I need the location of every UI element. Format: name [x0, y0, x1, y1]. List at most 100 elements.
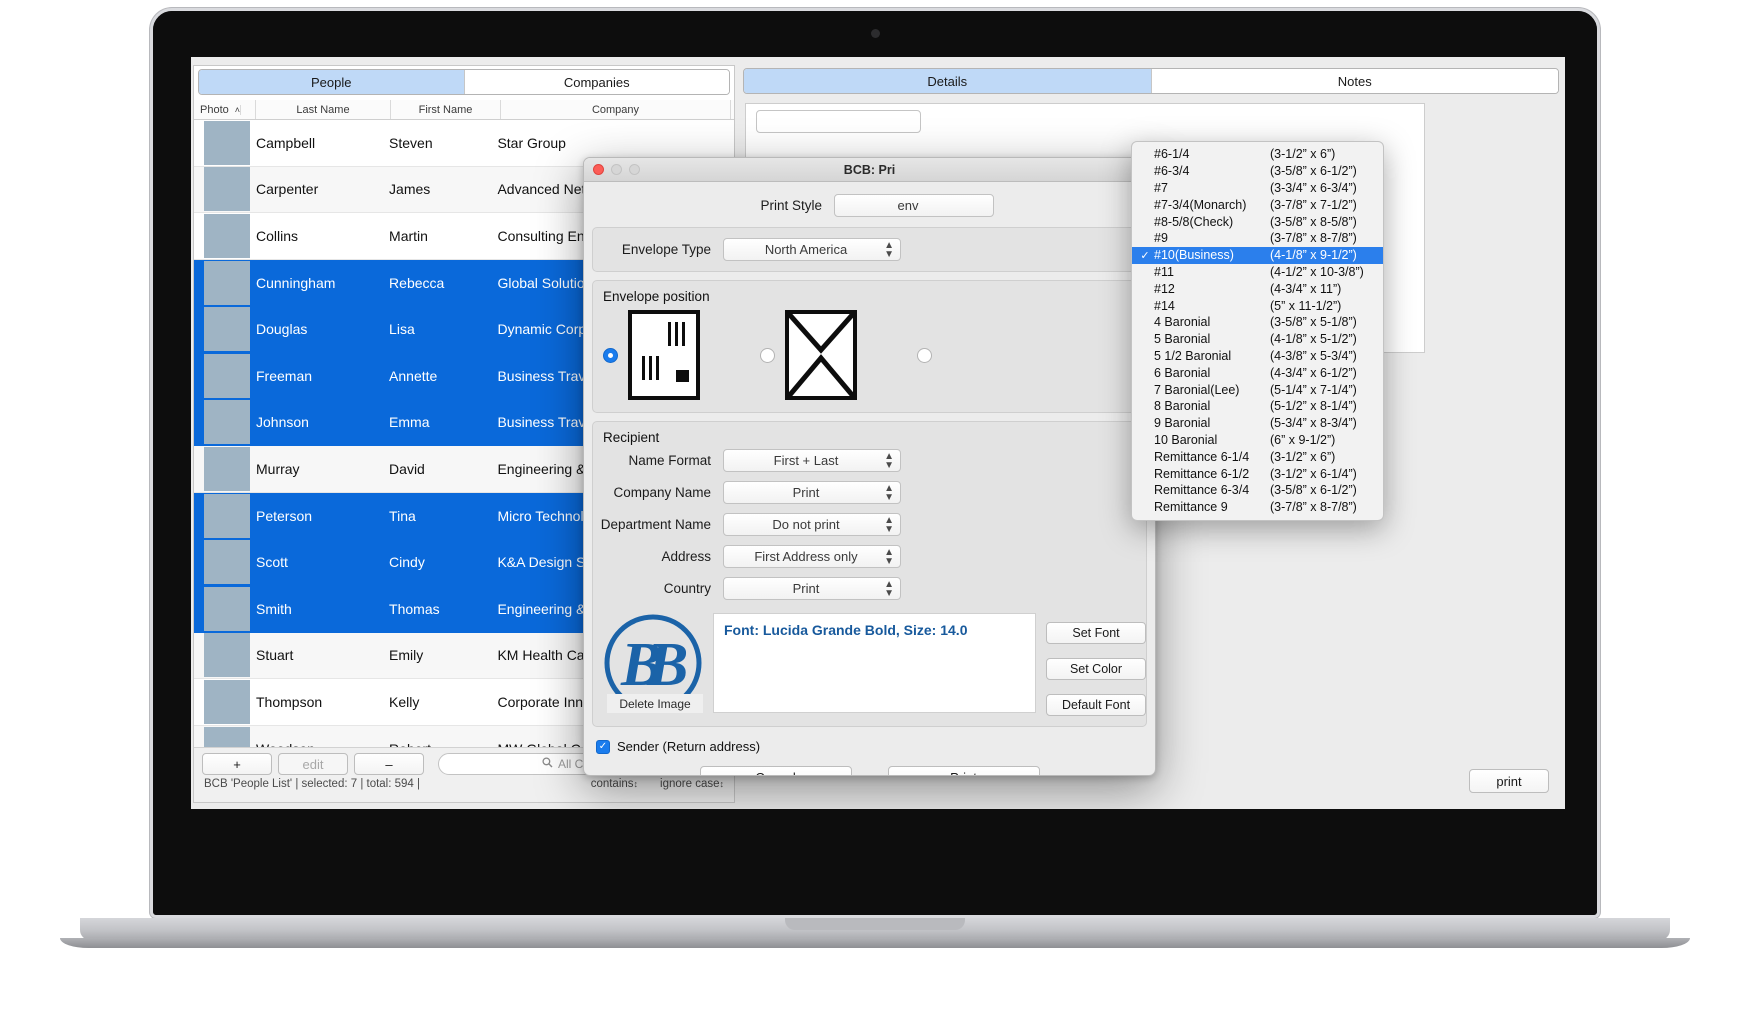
print-button-main[interactable]: print [1469, 769, 1549, 793]
menu-item-name: Remittance 9 [1154, 500, 1228, 515]
set-color-button[interactable]: Set Color [1046, 658, 1146, 680]
tab-people-label: People [311, 74, 352, 90]
menu-item-size: (3-7/8” x 8-7/8”) [1270, 231, 1357, 246]
sender-checkbox-row[interactable]: ✓ Sender (Return address) [584, 727, 1155, 754]
dialog-print-button[interactable]: Print [887, 766, 1040, 775]
menu-item[interactable]: 8 Baronial (5-1/2” x 8-1/4”) [1132, 398, 1383, 415]
case-mode-label: ignore case [660, 778, 720, 790]
menu-item-size: (5-1/4” x 7-1/4”) [1270, 382, 1357, 397]
recipient-field-popup[interactable]: First Address only ▲ ▼ [723, 545, 901, 568]
envelope-position-radio-1[interactable] [603, 347, 618, 363]
menu-item[interactable]: #11 (4-1/2” x 10-3/8”) [1132, 264, 1383, 281]
menu-item[interactable]: Remittance 6-3/4 (3-5/8” x 6-1/2”) [1132, 482, 1383, 499]
column-header-company[interactable]: Company [501, 100, 731, 119]
recipient-field-popup[interactable]: Print ▲ ▼ [723, 481, 901, 504]
cell-last-name: Carpenter [256, 181, 319, 198]
avatar [204, 400, 250, 445]
recipient-group: Recipient Name Format First + Last ▲ ▼ Compa… [592, 421, 1147, 727]
envelope-type-popup[interactable]: North America ▲ ▼ [723, 238, 901, 261]
edit-record-button[interactable]: edit [278, 753, 348, 775]
menu-item-size: (3-5/8” x 6-1/2”) [1270, 164, 1357, 179]
envelope-lines-stamp-icon[interactable] [628, 310, 700, 400]
laptop-base-notch [785, 918, 965, 930]
cancel-button[interactable]: Cancel [699, 766, 852, 775]
status-bar: BCB 'People List' | selected: 7 | total:… [194, 775, 734, 790]
recipient-field-popup[interactable]: Print ▲ ▼ [723, 577, 901, 600]
delete-image-button[interactable]: Delete Image [607, 694, 703, 713]
stepper-icon: ↕ [719, 779, 725, 789]
tab-companies[interactable]: Companies [464, 70, 729, 94]
cell-first-name: David [389, 460, 425, 477]
menu-item[interactable]: 5 1/2 Baronial (4-3/8” x 5-3/4”) [1132, 348, 1383, 365]
tab-details[interactable]: Details [744, 69, 1152, 93]
sender-checkbox[interactable]: ✓ [596, 739, 610, 754]
menu-item-name: #9 [1154, 231, 1168, 246]
cell-first-name: Emma [389, 414, 430, 431]
tab-people[interactable]: People [199, 70, 465, 94]
column-header-photo[interactable]: Photo ˄ [194, 100, 256, 119]
menu-item[interactable]: Remittance 6-1/4 (3-1/2” x 6”) [1132, 448, 1383, 465]
envelope-type-group: Envelope Type North America ▲ ▼ [592, 227, 1147, 272]
menu-item-size: (3-7/8” x 7-1/2”) [1270, 197, 1357, 212]
menu-item[interactable]: Remittance 9 (3-7/8” x 8-7/8”) [1132, 499, 1383, 516]
print-style-label: Print Style [760, 198, 822, 213]
chevron-updown-icon: ▲ ▼ [884, 546, 894, 567]
envelope-flap-icon[interactable] [785, 310, 857, 400]
menu-item[interactable]: #7-3/4(Monarch) (3-7/8” x 7-1/2”) [1132, 196, 1383, 213]
case-mode-stepper[interactable]: ignore case↕ [660, 778, 724, 790]
details-name-field[interactable] [756, 110, 921, 133]
recipient-field-popup[interactable]: Do not print ▲ ▼ [723, 513, 901, 536]
logo-image[interactable]: B B Delete Image [603, 613, 703, 713]
default-font-button[interactable]: Default Font [1046, 694, 1146, 716]
match-mode-stepper[interactable]: contains↕ [591, 778, 638, 790]
laptop-mockup: People Companies Photo ˄ Last Name First… [0, 0, 1750, 1024]
menu-item-name: Remittance 6-3/4 [1154, 483, 1250, 498]
set-font-button[interactable]: Set Font [1046, 622, 1146, 644]
sender-checkbox-label: Sender (Return address) [617, 739, 761, 754]
menu-item-size: (4-3/8” x 5-3/4”) [1270, 348, 1357, 363]
tab-notes[interactable]: Notes [1151, 69, 1558, 93]
menu-item[interactable]: 5 Baronial (4-1/8” x 5-1/2”) [1132, 331, 1383, 348]
menu-item-size: (5-1/2” x 8-1/4”) [1270, 399, 1357, 414]
menu-item-name: 8 Baronial [1154, 399, 1211, 414]
menu-item[interactable]: 10 Baronial (6” x 9-1/2”) [1132, 432, 1383, 449]
column-header-last-name[interactable]: Last Name [256, 100, 391, 119]
add-record-button[interactable]: + [202, 753, 272, 775]
menu-item[interactable]: Remittance 6-1/2 (3-1/2” x 6-1/4”) [1132, 465, 1383, 482]
envelope-position-radio-3[interactable] [917, 347, 932, 363]
font-preview[interactable]: Font: Lucida Grande Bold, Size: 14.0 [713, 613, 1036, 713]
dialog-title-bar[interactable]: BCB: Pri [584, 158, 1155, 182]
svg-text:B: B [646, 631, 688, 699]
envelope-position-radio-2[interactable] [760, 347, 775, 363]
laptop-lid: People Companies Photo ˄ Last Name First… [150, 8, 1600, 918]
cell-first-name: Steven [389, 134, 433, 151]
column-header-first-name[interactable]: First Name [391, 100, 501, 119]
recipient-fields: Name Format First + Last ▲ ▼ Company Name Pri… [593, 449, 1146, 600]
menu-item[interactable]: #14 (5” x 11-1/2”) [1132, 297, 1383, 314]
cell-first-name: Lisa [389, 321, 415, 338]
menu-item-size: (3-5/8” x 5-1/8”) [1270, 315, 1357, 330]
menu-item[interactable]: ✓ #10(Business) (4-1/8” x 9-1/2”) [1132, 246, 1383, 264]
envelope-type-row: Envelope Type North America ▲ ▼ [593, 228, 1146, 271]
menu-item[interactable]: #9 (3-7/8” x 8-7/8”) [1132, 230, 1383, 247]
menu-item[interactable]: 9 Baronial (5-3/4” x 8-3/4”) [1132, 415, 1383, 432]
menu-item[interactable]: 7 Baronial(Lee) (5-1/4” x 7-1/4”) [1132, 381, 1383, 398]
menu-item[interactable]: #12 (4-3/4” x 11”) [1132, 280, 1383, 297]
recipient-field-value: Print [792, 581, 820, 596]
cell-last-name: Johnson [256, 414, 309, 431]
menu-item[interactable]: 4 Baronial (3-5/8” x 5-1/8”) [1132, 314, 1383, 331]
avatar [204, 307, 250, 352]
remove-record-button[interactable]: – [354, 753, 424, 775]
menu-item[interactable]: 6 Baronial (4-3/4” x 6-1/2”) [1132, 364, 1383, 381]
recipient-field-popup[interactable]: First + Last ▲ ▼ [723, 449, 901, 472]
print-style-popup[interactable]: env [834, 194, 994, 217]
menu-item-size: (5-3/4” x 8-3/4”) [1270, 416, 1357, 431]
avatar [204, 260, 250, 305]
menu-item[interactable]: #8-5/8(Check) (3-5/8” x 8-5/8”) [1132, 213, 1383, 230]
cell-last-name: Douglas [256, 321, 308, 338]
envelope-size-dropdown-menu[interactable]: #6-1/4 (3-1/2” x 6”) #6-3/4 (3-5/8” x 6-1/… [1131, 141, 1384, 521]
menu-item[interactable]: #6-1/4 (3-1/2” x 6”) [1132, 146, 1383, 163]
check-icon: ✓ [1140, 249, 1150, 262]
menu-item[interactable]: #6-3/4 (3-5/8” x 6-1/2”) [1132, 163, 1383, 180]
menu-item[interactable]: #7 (3-3/4” x 6-3/4”) [1132, 180, 1383, 197]
